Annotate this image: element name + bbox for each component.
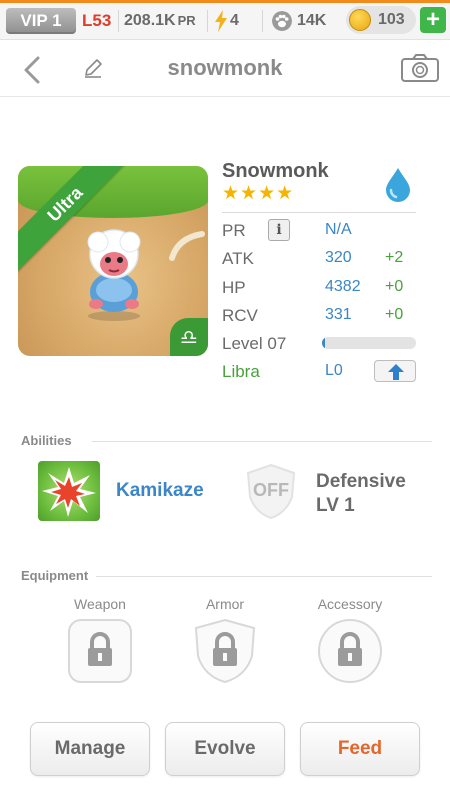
stat-bonus-rcv: +0 (385, 306, 404, 323)
pr-value: 208.1K (124, 12, 176, 29)
arrow-up-icon (388, 364, 404, 380)
zodiac-sign-level: L0 (325, 362, 343, 379)
accessory-slot[interactable] (317, 618, 383, 684)
equipment-section-title: Equipment (21, 568, 89, 583)
divider (96, 576, 432, 577)
paw-counter[interactable]: 14K (272, 8, 326, 34)
level-label: Level 07 (222, 334, 287, 353)
camera-icon[interactable] (400, 53, 440, 83)
abilities-section-title: Abilities (21, 433, 72, 448)
weapon-slot[interactable] (67, 618, 133, 684)
stat-value-pr: N/A (325, 221, 352, 238)
stat-bonus-hp: +0 (385, 278, 404, 295)
armor-label: Armor (205, 596, 245, 612)
feed-button[interactable]: Feed (300, 722, 420, 776)
divider (207, 10, 208, 32)
player-power-rating: 208.1K PR (124, 8, 196, 34)
coin-counter[interactable]: 103 (346, 6, 416, 34)
divider (118, 10, 119, 32)
bone-decoration (169, 231, 205, 261)
snowmonk-sprite (87, 229, 141, 321)
divider (222, 212, 416, 213)
shield-off-icon[interactable]: OFF (240, 461, 302, 521)
armor-slot[interactable] (192, 618, 258, 684)
level-progress-fill (322, 337, 325, 349)
ability-name-kamikaze[interactable]: Kamikaze (116, 480, 204, 502)
zodiac-sign-label: Libra (222, 362, 260, 381)
evolve-button[interactable]: Evolve (165, 722, 285, 776)
manage-button[interactable]: Manage (30, 722, 150, 776)
coin-value: 103 (378, 11, 405, 28)
add-coins-button[interactable]: + (420, 7, 446, 33)
explosion-icon[interactable] (38, 461, 100, 521)
paw-value: 14K (297, 12, 327, 29)
pr-unit: PR (177, 13, 196, 28)
lightning-icon (215, 9, 227, 32)
stat-value-hp: 4382 (325, 278, 361, 295)
stat-bonus-atk: +2 (385, 249, 404, 266)
star-rating: ★★★★ (222, 183, 295, 204)
ability-name-line1: Defensive (316, 471, 406, 492)
player-level: L53 (82, 11, 112, 30)
monster-portrait[interactable]: Ultra ♎ (18, 166, 208, 356)
info-button[interactable]: i (268, 219, 290, 241)
water-drop-icon (386, 168, 410, 202)
energy-counter[interactable]: 4 (214, 8, 239, 34)
stat-label-rcv: RCV (222, 306, 258, 325)
stat-label-pr: PR (222, 221, 246, 240)
paw-icon (272, 10, 292, 31)
ability-level: LV 1 (316, 495, 355, 516)
divider (262, 10, 263, 32)
stat-value-atk: 320 (325, 249, 352, 266)
status-bar: VIP 1 L53 208.1K PR 4 14K 103 + (0, 0, 450, 40)
monster-name: Snowmonk (222, 160, 329, 182)
weapon-label: Weapon (74, 596, 126, 612)
page-title: snowmonk (167, 55, 283, 80)
off-label: OFF (253, 480, 289, 500)
divider (92, 441, 432, 442)
explosion-graphic (42, 467, 96, 517)
ability-name-defensive: Defensive LV 1 (316, 470, 406, 518)
stat-label-hp: HP (222, 278, 246, 297)
zodiac-libra-icon: ♎ (170, 318, 208, 356)
energy-value: 4 (230, 12, 239, 29)
status-accent-line (0, 0, 450, 3)
vip-badge[interactable]: VIP 1 (6, 8, 76, 34)
stat-value-rcv: 331 (325, 306, 352, 323)
upgrade-sign-button[interactable] (374, 360, 416, 382)
level-progress-bar (322, 337, 416, 349)
page-header: snowmonk (0, 41, 450, 97)
accessory-label: Accessory (317, 596, 383, 612)
coin-icon (349, 9, 371, 31)
stat-label-atk: ATK (222, 249, 254, 268)
